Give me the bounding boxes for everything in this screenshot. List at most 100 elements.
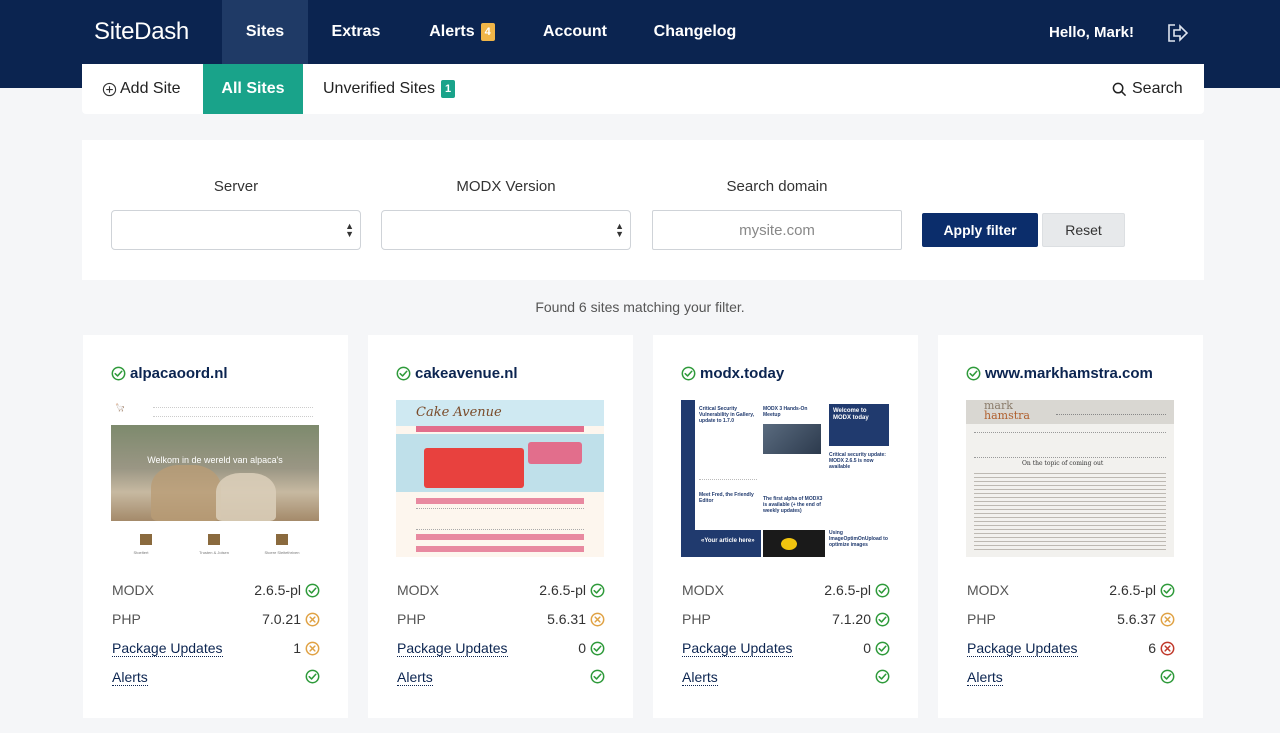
server-select[interactable]: ▲▼ <box>111 210 361 250</box>
search-domain-label: Search domain <box>652 178 902 195</box>
package-updates-link[interactable]: Package Updates <box>397 640 508 657</box>
modx-version-value: 2.6.5-pl <box>824 582 871 598</box>
nav-changelog[interactable]: Changelog <box>630 0 760 64</box>
site-screenshot[interactable]: markhamstra On the topic of coming out <box>966 400 1174 557</box>
tab-unverified-sites[interactable]: Unverified Sites 1 <box>323 64 455 114</box>
nav-extras[interactable]: Extras <box>308 0 404 64</box>
thumb-header: markhamstra <box>966 400 1174 424</box>
search-domain-input[interactable] <box>652 210 902 250</box>
thumb-sidebar <box>681 400 695 557</box>
site-title[interactable]: www.markhamstra.com <box>966 365 1153 382</box>
add-site-button[interactable]: Add Site <box>102 64 180 114</box>
alerts-row: Alerts <box>397 669 605 689</box>
check-circle-icon <box>301 669 320 684</box>
nav-label: Account <box>543 23 607 41</box>
site-card: www.markhamstra.com markhamstra On the t… <box>938 335 1203 718</box>
modx-version-value: 2.6.5-pl <box>1109 582 1156 598</box>
nav-sites[interactable]: Sites <box>222 0 308 64</box>
tab-label: Unverified Sites <box>323 80 435 98</box>
search-icon <box>1112 82 1127 97</box>
warning-circle-icon <box>586 612 605 627</box>
check-circle-icon <box>586 669 605 684</box>
package-updates-link[interactable]: Package Updates <box>112 640 223 657</box>
site-screenshot[interactable]: Critical Security Vulnerability in Galle… <box>681 400 889 557</box>
modx-version-select[interactable]: ▲▼ <box>381 210 631 250</box>
alerts-row: Alerts <box>967 669 1175 689</box>
site-domain[interactable]: www.markhamstra.com <box>985 365 1153 382</box>
thumb-hero: Welkom in de wereld van alpaca's <box>111 425 319 521</box>
brand-logo[interactable]: SiteDash <box>94 18 189 46</box>
modx-row: MODX2.6.5-pl <box>967 582 1175 602</box>
nav-label: Changelog <box>654 23 737 41</box>
apply-filter-button[interactable]: Apply filter <box>922 213 1038 247</box>
results-count-text: Found 6 sites matching your filter. <box>0 299 1280 315</box>
thumb-bar <box>416 546 584 552</box>
php-row: PHP5.6.37 <box>967 611 1175 631</box>
check-circle-icon <box>111 366 126 381</box>
nav-alerts[interactable]: Alerts4 <box>404 0 520 64</box>
alpaca-logo: 🦙 <box>115 403 145 419</box>
alerts-link[interactable]: Alerts <box>967 669 1003 686</box>
site-domain[interactable]: modx.today <box>700 365 784 382</box>
alerts-row: Alerts <box>112 669 320 689</box>
thumb-text-block <box>416 508 584 530</box>
thumb-article: Meet Fred, the Friendly Editor <box>699 492 757 528</box>
php-version-value: 7.1.20 <box>832 611 871 627</box>
check-circle-icon <box>586 583 605 598</box>
site-screenshot[interactable]: Cake Avenue <box>396 400 604 557</box>
nav-label: Extras <box>332 23 381 41</box>
select-arrows-icon: ▲▼ <box>615 222 624 238</box>
check-circle-icon <box>871 583 890 598</box>
thumb-article: Critical Security Vulnerability in Galle… <box>699 406 757 480</box>
thumb-welcome-box: Welcome to MODX today <box>829 404 889 446</box>
user-greeting: Hello, Mark! <box>1049 24 1134 41</box>
thumb-bar <box>416 534 584 540</box>
plus-circle-icon <box>102 82 117 97</box>
row-label: PHP <box>112 611 141 627</box>
row-value <box>586 669 605 684</box>
error-circle-icon <box>1156 641 1175 656</box>
warning-circle-icon <box>301 612 320 627</box>
nav-account[interactable]: Account <box>520 0 630 64</box>
search-button[interactable]: Search <box>1112 64 1183 114</box>
row-label: PHP <box>397 611 426 627</box>
tab-label: All Sites <box>221 80 284 98</box>
thumb-logo-text: Cake Avenue <box>416 405 502 420</box>
site-title[interactable]: alpacaoord.nl <box>111 365 228 382</box>
thumb-heading: On the topic of coming out <box>1022 460 1103 467</box>
php-row: PHP5.6.31 <box>397 611 605 631</box>
row-value <box>301 669 320 684</box>
thumb-icon <box>208 534 220 545</box>
thumb-article: The first alpha of MODX3 is available (+… <box>763 496 825 526</box>
reset-button[interactable]: Reset <box>1042 213 1125 247</box>
alerts-row: Alerts <box>682 669 890 689</box>
add-site-label: Add Site <box>120 80 180 98</box>
package-updates-link[interactable]: Package Updates <box>682 640 793 657</box>
logout-icon[interactable] <box>1166 22 1190 44</box>
row-label: MODX <box>112 582 154 598</box>
package-updates-link[interactable]: Package Updates <box>967 640 1078 657</box>
thumb-article: MODX 3 Hands-On Meetup <box>763 406 825 480</box>
php-row: PHP7.0.21 <box>112 611 320 631</box>
site-screenshot[interactable]: 🦙 Welkom in de wereld van alpaca's Stoel… <box>111 400 319 557</box>
alerts-link[interactable]: Alerts <box>397 669 433 686</box>
alerts-link[interactable]: Alerts <box>112 669 148 686</box>
site-domain[interactable]: alpacaoord.nl <box>130 365 228 382</box>
package-updates-row: Package Updates0 <box>397 640 605 660</box>
check-circle-icon <box>301 583 320 598</box>
check-circle-icon <box>871 669 890 684</box>
thumb-text-block <box>974 432 1166 458</box>
row-value: 2.6.5-pl <box>254 582 320 598</box>
alerts-link[interactable]: Alerts <box>682 669 718 686</box>
site-domain[interactable]: cakeavenue.nl <box>415 365 518 382</box>
row-label: MODX <box>682 582 724 598</box>
alerts-count-badge: 4 <box>481 23 495 41</box>
thumb-menu <box>416 426 584 432</box>
filter-panel: Server ▲▼ MODX Version ▲▼ Search domain … <box>82 140 1204 280</box>
site-title[interactable]: modx.today <box>681 365 784 382</box>
thumb-icon <box>140 534 152 545</box>
site-card: alpacaoord.nl 🦙 Welkom in de wereld van … <box>83 335 348 718</box>
site-title[interactable]: cakeavenue.nl <box>396 365 518 382</box>
tab-all-sites[interactable]: All Sites <box>203 64 303 114</box>
row-value: 6 <box>1148 640 1175 656</box>
